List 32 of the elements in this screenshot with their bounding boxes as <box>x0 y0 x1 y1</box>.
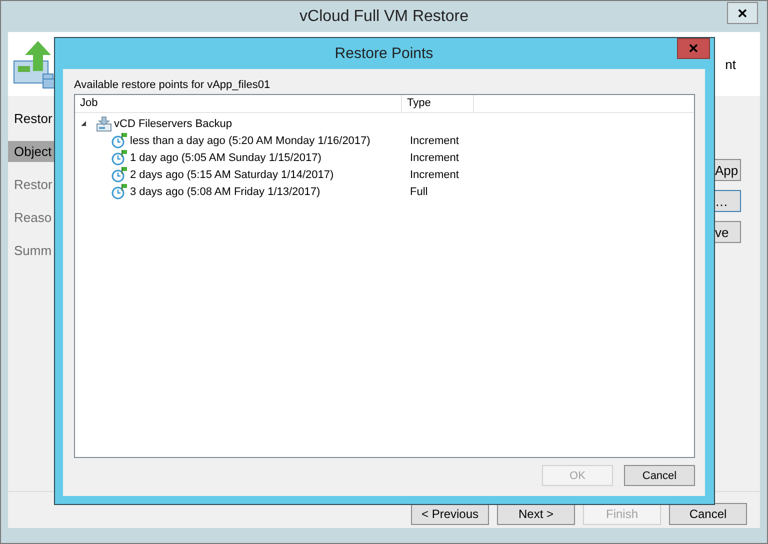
backup-type: Increment <box>409 134 459 146</box>
backup-type: Full <box>409 186 428 198</box>
restore-point[interactable]: less than a day ago (5:20 AM Monday 1/16/2017) <box>130 134 405 146</box>
restore-point[interactable]: 3 days ago (5:08 AM Friday 1/13/2017) <box>130 186 405 198</box>
close-button[interactable]: ✕ <box>677 38 710 59</box>
restore-point[interactable]: 1 day ago (5:05 AM Sunday 1/15/2017) <box>130 152 405 164</box>
wizard-step[interactable]: Restor <box>8 108 54 129</box>
header-text: nt <box>725 56 736 72</box>
dialog-button[interactable]: Cancel <box>624 465 695 486</box>
backup-type: Increment <box>409 152 459 164</box>
restore-point-icon <box>111 149 128 166</box>
column-header[interactable]: Job <box>75 95 402 112</box>
wizard-step[interactable]: Object <box>8 141 54 162</box>
job-name[interactable]: vCD Fileservers Backup <box>114 118 314 130</box>
list-caption: Available restore points for vApp_files01 <box>74 79 272 91</box>
collapse-arrow-icon[interactable] <box>80 120 87 127</box>
restore-point[interactable]: 2 days ago (5:15 AM Saturday 1/14/2017) <box>130 168 405 180</box>
wizard-button[interactable]: Cancel <box>669 503 747 525</box>
dialog-title: Restore Points <box>334 45 434 62</box>
restore-point-icon <box>111 166 128 183</box>
backup-job-icon <box>96 116 112 132</box>
backup-type: Increment <box>409 168 459 180</box>
side-button[interactable]: … <box>715 190 741 212</box>
close-button[interactable]: ✕ <box>727 2 758 24</box>
side-button[interactable]: App <box>715 159 741 181</box>
wizard-button[interactable]: < Previous <box>411 503 489 525</box>
wizard-button[interactable]: Next > <box>497 503 575 525</box>
column-header[interactable]: Type <box>402 95 474 112</box>
restore-point-icon <box>111 132 128 149</box>
side-button[interactable]: ve <box>715 221 741 243</box>
restore-point-icon <box>111 183 128 200</box>
window-title: vCloud Full VM Restore <box>300 8 468 26</box>
